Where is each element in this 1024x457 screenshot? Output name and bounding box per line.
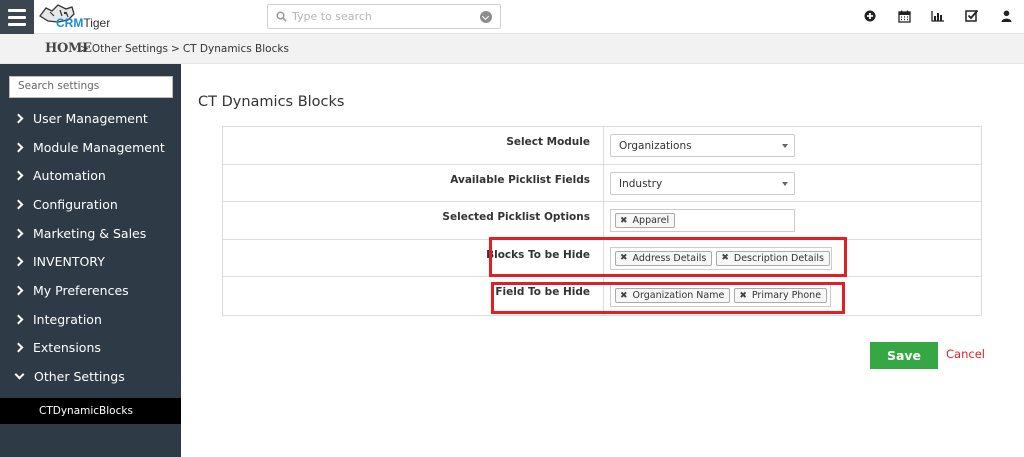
sidebar-item-label: My Preferences	[33, 282, 129, 298]
form-row-select-module: Select Module Organizations	[223, 127, 981, 165]
menu-line	[8, 15, 26, 19]
form-row-picklist-fields: Available Picklist Fields Industry	[223, 164, 981, 203]
chevron-down-icon	[14, 369, 25, 380]
sidebar-item-label: Automation	[33, 168, 106, 184]
chevron-right-icon	[13, 142, 24, 152]
user-icon[interactable]	[998, 8, 1014, 24]
sidebar-item-automation[interactable]: Automation	[0, 161, 181, 190]
picklist-fields-label: Available Picklist Fields	[450, 173, 590, 186]
breadcrumb-trail: > Other Settings > CT Dynamics Blocks	[77, 43, 289, 55]
select-module-label: Select Module	[506, 136, 590, 148]
chevron-right-icon	[13, 228, 24, 239]
page-title: CT Dynamics Blocks	[198, 94, 345, 110]
search-icon	[276, 11, 287, 22]
settings-menu: User Management Module Management Automa…	[0, 104, 181, 391]
plus-circle-icon[interactable]	[862, 8, 878, 24]
sidebar-item-extensions[interactable]: Extensions	[0, 334, 181, 363]
chevron-right-icon	[13, 256, 24, 267]
breadcrumb: HOME > Other Settings > CT Dynamics Blocks	[0, 34, 1024, 64]
sidebar-item-integration[interactable]: Integration	[0, 305, 181, 334]
picklist-options-label: Selected Picklist Options	[442, 211, 590, 224]
breadcrumb-item-current: CT Dynamics Blocks	[182, 43, 289, 55]
highlight-box-field-hide	[491, 282, 845, 314]
sidebar-item-configuration[interactable]: Configuration	[0, 190, 181, 219]
hamburger-menu-button[interactable]	[0, 0, 34, 34]
sidebar-item-user-management[interactable]: User Management	[0, 104, 181, 133]
breadcrumb-separator-icon: >	[171, 43, 180, 55]
sidebar-item-other-settings[interactable]: Other Settings	[0, 362, 181, 391]
menu-line	[8, 22, 26, 26]
chevron-right-icon	[13, 314, 24, 325]
sidebar-item-label: User Management	[33, 110, 148, 126]
breadcrumb-separator-icon: >	[80, 43, 89, 55]
highlight-box-blocks-hide	[489, 237, 847, 277]
select-module-value: Organizations	[619, 140, 692, 152]
top-icon-bar	[862, 8, 1014, 24]
form-field: Industry	[603, 164, 981, 202]
settings-sidebar: Search settings User Management Module M…	[0, 64, 181, 457]
picklist-options-multiselect[interactable]: ✖ Apparel	[610, 209, 795, 233]
calendar-icon[interactable]	[896, 8, 912, 24]
picklist-fields-dropdown[interactable]: Industry	[610, 171, 795, 195]
global-search-input[interactable]: Type to search	[267, 4, 501, 29]
tag-label: Apparel	[632, 215, 670, 227]
breadcrumb-item-other-settings[interactable]: Other Settings	[92, 43, 168, 55]
logo-crm-text: CRM	[56, 16, 84, 30]
logo-tiger-text: Tiger	[83, 16, 111, 30]
settings-search-input[interactable]: Search settings	[9, 76, 173, 98]
search-placeholder: Type to search	[292, 10, 372, 23]
sidebar-item-inventory[interactable]: INVENTORY	[0, 247, 181, 276]
chevron-right-icon	[13, 342, 24, 353]
sidebar-item-label: Other Settings	[34, 369, 125, 385]
sidebar-item-label: INVENTORY	[33, 254, 105, 270]
chevron-right-icon	[13, 113, 24, 124]
chevron-right-icon	[13, 199, 24, 210]
top-bar: CRMTiger Type to search	[0, 0, 1024, 34]
menu-line	[8, 8, 26, 12]
cancel-link[interactable]: Cancel	[946, 347, 985, 361]
form-field: ✖ Apparel	[603, 202, 981, 239]
remove-tag-icon[interactable]: ✖	[620, 216, 628, 226]
checkbox-icon[interactable]	[964, 8, 980, 24]
save-button[interactable]: Save	[870, 342, 938, 369]
chevron-right-icon	[13, 170, 24, 181]
dropdown-caret-icon	[782, 181, 788, 186]
dropdown-caret-icon	[782, 144, 788, 148]
sidebar-subitem-ctdynamicblocks[interactable]: CTDynamicBlocks	[0, 398, 181, 424]
chevron-right-icon	[13, 285, 24, 296]
sidebar-item-label: Module Management	[33, 139, 165, 155]
select-module-dropdown[interactable]: Organizations	[610, 134, 795, 157]
sidebar-item-my-preferences[interactable]: My Preferences	[0, 276, 181, 305]
form-row-picklist-options: Selected Picklist Options ✖ Apparel	[223, 202, 981, 240]
logo-text: CRMTiger	[56, 16, 110, 30]
search-dropdown-chevron-icon[interactable]	[480, 11, 492, 23]
sidebar-item-label: Extensions	[33, 340, 101, 356]
tag-apparel: ✖ Apparel	[615, 213, 676, 229]
sidebar-item-marketing-sales[interactable]: Marketing & Sales	[0, 219, 181, 248]
sidebar-item-module-management[interactable]: Module Management	[0, 133, 181, 162]
form-field: Organizations	[603, 127, 981, 164]
crmtiger-logo[interactable]: CRMTiger	[38, 2, 114, 32]
picklist-fields-value: Industry	[619, 177, 663, 190]
sidebar-item-label: Configuration	[33, 196, 118, 212]
sidebar-item-label: Integration	[33, 311, 102, 327]
sidebar-item-label: Marketing & Sales	[33, 225, 147, 241]
bar-chart-icon[interactable]	[930, 8, 946, 24]
